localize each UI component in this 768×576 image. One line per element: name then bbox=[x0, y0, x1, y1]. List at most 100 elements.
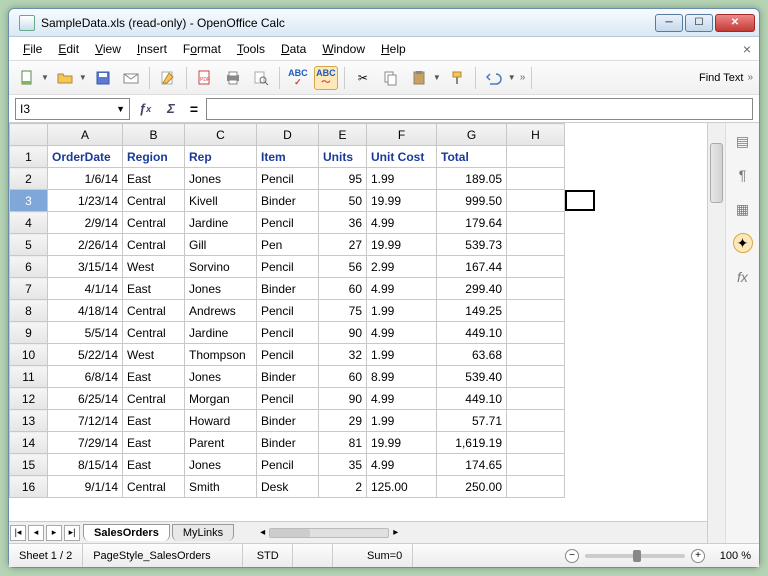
row-header-5[interactable]: 5 bbox=[10, 234, 48, 256]
zoom-in-button[interactable]: + bbox=[691, 549, 705, 563]
function-wizard-button[interactable]: ƒx bbox=[134, 98, 156, 120]
row-header-7[interactable]: 7 bbox=[10, 278, 48, 300]
cell-F11[interactable]: 8.99 bbox=[367, 366, 437, 388]
row-header-16[interactable]: 16 bbox=[10, 476, 48, 498]
cell-H13[interactable] bbox=[507, 410, 565, 432]
row-header-6[interactable]: 6 bbox=[10, 256, 48, 278]
cell-A2[interactable]: 1/6/14 bbox=[48, 168, 123, 190]
tab-next[interactable]: ▸ bbox=[46, 525, 62, 541]
sidebar-navigator-icon[interactable]: ✦ bbox=[733, 233, 753, 253]
sidebar-functions-icon[interactable]: fx bbox=[733, 267, 753, 287]
cell-C15[interactable]: Jones bbox=[185, 454, 257, 476]
zoom-slider[interactable] bbox=[585, 554, 685, 558]
cell-G16[interactable]: 250.00 bbox=[437, 476, 507, 498]
row-header-14[interactable]: 14 bbox=[10, 432, 48, 454]
row-header-9[interactable]: 9 bbox=[10, 322, 48, 344]
col-header-C[interactable]: C bbox=[185, 124, 257, 146]
cell-C4[interactable]: Jardine bbox=[185, 212, 257, 234]
cell-E3[interactable]: 50 bbox=[319, 190, 367, 212]
cell-G14[interactable]: 1,619.19 bbox=[437, 432, 507, 454]
cell-D10[interactable]: Pencil bbox=[257, 344, 319, 366]
export-pdf-button[interactable]: PDF bbox=[193, 66, 217, 90]
menu-tools[interactable]: Tools bbox=[231, 40, 271, 58]
cell-A1[interactable]: OrderDate bbox=[48, 146, 123, 168]
cell-B1[interactable]: Region bbox=[123, 146, 185, 168]
cell-D12[interactable]: Pencil bbox=[257, 388, 319, 410]
col-header-E[interactable]: E bbox=[319, 124, 367, 146]
cell-C16[interactable]: Smith bbox=[185, 476, 257, 498]
cell-G13[interactable]: 57.71 bbox=[437, 410, 507, 432]
cell-A7[interactable]: 4/1/14 bbox=[48, 278, 123, 300]
cell-F1[interactable]: Unit Cost bbox=[367, 146, 437, 168]
tab-mylinks[interactable]: MyLinks bbox=[172, 524, 234, 541]
minimize-button[interactable]: ─ bbox=[655, 14, 683, 32]
cell-C8[interactable]: Andrews bbox=[185, 300, 257, 322]
row-header-11[interactable]: 11 bbox=[10, 366, 48, 388]
cell-A15[interactable]: 8/15/14 bbox=[48, 454, 123, 476]
cell-C9[interactable]: Jardine bbox=[185, 322, 257, 344]
cell-G7[interactable]: 299.40 bbox=[437, 278, 507, 300]
paste-dropdown[interactable]: ▼ bbox=[433, 73, 441, 82]
cell-G6[interactable]: 167.44 bbox=[437, 256, 507, 278]
open-button[interactable] bbox=[53, 66, 77, 90]
cell-D16[interactable]: Desk bbox=[257, 476, 319, 498]
cell-H14[interactable] bbox=[507, 432, 565, 454]
cell-G11[interactable]: 539.40 bbox=[437, 366, 507, 388]
status-sheet[interactable]: Sheet 1 / 2 bbox=[9, 544, 83, 567]
cell-F5[interactable]: 19.99 bbox=[367, 234, 437, 256]
cell-G5[interactable]: 539.73 bbox=[437, 234, 507, 256]
cell-F9[interactable]: 4.99 bbox=[367, 322, 437, 344]
sidebar-gallery-icon[interactable]: ▦ bbox=[733, 199, 753, 219]
menu-window[interactable]: Window bbox=[316, 40, 371, 58]
col-header-D[interactable]: D bbox=[257, 124, 319, 146]
cell-D14[interactable]: Binder bbox=[257, 432, 319, 454]
new-dropdown[interactable]: ▼ bbox=[41, 73, 49, 82]
cell-F15[interactable]: 4.99 bbox=[367, 454, 437, 476]
name-box[interactable]: I3▼ bbox=[15, 98, 130, 120]
status-pagestyle[interactable]: PageStyle_SalesOrders bbox=[83, 544, 243, 567]
open-dropdown[interactable]: ▼ bbox=[79, 73, 87, 82]
horizontal-scrollbar[interactable]: ◂ ▸ bbox=[254, 527, 707, 538]
maximize-button[interactable]: ☐ bbox=[685, 14, 713, 32]
cell-B4[interactable]: Central bbox=[123, 212, 185, 234]
preview-button[interactable] bbox=[249, 66, 273, 90]
cell-B7[interactable]: East bbox=[123, 278, 185, 300]
sidebar-properties-icon[interactable]: ▤ bbox=[733, 131, 753, 151]
close-button[interactable]: ✕ bbox=[715, 14, 755, 32]
cell-D13[interactable]: Binder bbox=[257, 410, 319, 432]
undo-dropdown[interactable]: ▼ bbox=[508, 73, 516, 82]
cell-G10[interactable]: 63.68 bbox=[437, 344, 507, 366]
menu-help[interactable]: Help bbox=[375, 40, 412, 58]
cell-D4[interactable]: Pencil bbox=[257, 212, 319, 234]
cell-C1[interactable]: Rep bbox=[185, 146, 257, 168]
cell-E4[interactable]: 36 bbox=[319, 212, 367, 234]
cell-H5[interactable] bbox=[507, 234, 565, 256]
cell-H3[interactable] bbox=[507, 190, 565, 212]
sidebar-styles-icon[interactable]: ¶ bbox=[733, 165, 753, 185]
new-button[interactable] bbox=[15, 66, 39, 90]
cell-E16[interactable]: 2 bbox=[319, 476, 367, 498]
cell-C12[interactable]: Morgan bbox=[185, 388, 257, 410]
cell-D9[interactable]: Pencil bbox=[257, 322, 319, 344]
cell-B10[interactable]: West bbox=[123, 344, 185, 366]
cell-B15[interactable]: East bbox=[123, 454, 185, 476]
row-header-2[interactable]: 2 bbox=[10, 168, 48, 190]
autospell-button[interactable]: ABC～ bbox=[314, 66, 338, 90]
tab-salesorders[interactable]: SalesOrders bbox=[83, 524, 170, 541]
cell-G12[interactable]: 449.10 bbox=[437, 388, 507, 410]
cell-H1[interactable] bbox=[507, 146, 565, 168]
menu-edit[interactable]: Edit bbox=[52, 40, 85, 58]
cell-A10[interactable]: 5/22/14 bbox=[48, 344, 123, 366]
cell-C13[interactable]: Howard bbox=[185, 410, 257, 432]
cell-D3[interactable]: Binder bbox=[257, 190, 319, 212]
save-button[interactable] bbox=[91, 66, 115, 90]
cell-C3[interactable]: Kivell bbox=[185, 190, 257, 212]
spreadsheet-grid[interactable]: ABCDEFGH1OrderDateRegionRepItemUnitsUnit… bbox=[9, 123, 707, 521]
cell-B11[interactable]: East bbox=[123, 366, 185, 388]
cell-B12[interactable]: Central bbox=[123, 388, 185, 410]
cell-D7[interactable]: Binder bbox=[257, 278, 319, 300]
menu-view[interactable]: View bbox=[89, 40, 127, 58]
cell-E15[interactable]: 35 bbox=[319, 454, 367, 476]
cell-H2[interactable] bbox=[507, 168, 565, 190]
cell-F13[interactable]: 1.99 bbox=[367, 410, 437, 432]
